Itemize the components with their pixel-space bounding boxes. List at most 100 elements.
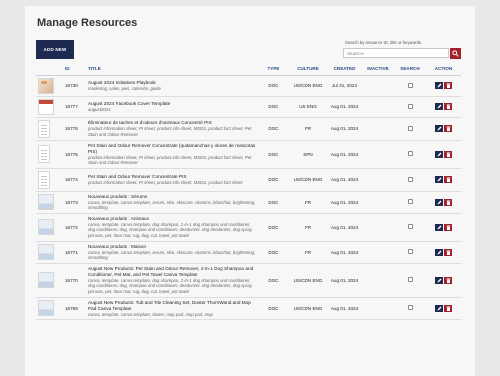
- resource-title[interactable]: Pet Stain and Odour Remover Concentrate …: [88, 143, 256, 155]
- page-title: Manage Resources: [37, 17, 138, 29]
- resource-thumbnail[interactable]: [38, 219, 54, 236]
- resource-type: DOC: [258, 140, 289, 169]
- search-checkbox[interactable]: [407, 277, 413, 283]
- resource-thumbnail[interactable]: [38, 77, 54, 94]
- edit-button[interactable]: [435, 304, 443, 312]
- delete-button[interactable]: [444, 176, 452, 184]
- search-cell: [394, 213, 426, 242]
- delete-button[interactable]: [444, 223, 452, 231]
- search-cell: [394, 117, 426, 141]
- resource-thumbnail[interactable]: [38, 119, 50, 138]
- resource-tags: product information sheet, PI sheet, pro…: [88, 154, 252, 166]
- resource-id: 16770: [63, 263, 86, 298]
- search-checkbox[interactable]: [407, 249, 413, 255]
- edit-button[interactable]: [435, 176, 443, 184]
- delete-button[interactable]: [444, 198, 452, 206]
- inactive-cell: [362, 117, 394, 141]
- resource-title[interactable]: August New Products: Tub and Tile Cleani…: [88, 300, 256, 312]
- thumbnail-cell: [36, 213, 63, 242]
- action-cell: [426, 191, 461, 214]
- delete-button[interactable]: [444, 276, 452, 284]
- pencil-icon: [437, 104, 441, 109]
- edit-button[interactable]: [435, 223, 443, 231]
- table-row: 16772 Nouveaux produits : Animaux canva, t…: [36, 213, 461, 242]
- search-cell: [394, 263, 426, 298]
- resource-created: Aug 01, 2024: [327, 191, 362, 214]
- pencil-icon: [437, 225, 441, 230]
- resource-culture: US/CDN ENG: [289, 168, 327, 192]
- resource-created: Aug 01, 2024: [327, 140, 362, 169]
- search-button[interactable]: [450, 48, 461, 59]
- col-inactive[interactable]: INACTIVE: [362, 63, 394, 76]
- resource-thumbnail[interactable]: [38, 194, 54, 211]
- resource-created: Aug 01, 2024: [327, 168, 362, 192]
- search-checkbox[interactable]: [407, 305, 413, 311]
- add-new-button[interactable]: ADD NEW: [36, 40, 74, 59]
- trash-icon: [446, 200, 450, 205]
- table-row: 16771 Nouveaux produits : Maison canva, te…: [36, 241, 461, 264]
- col-created[interactable]: CREATED: [327, 63, 362, 76]
- search-checkbox[interactable]: [407, 82, 413, 88]
- thumbnail-cell: [36, 191, 63, 214]
- resource-thumbnail[interactable]: [38, 300, 54, 317]
- resource-type: DOC: [258, 263, 289, 298]
- search-cell: [394, 140, 426, 169]
- col-type[interactable]: TYPE: [258, 63, 289, 76]
- search-checkbox[interactable]: [407, 125, 413, 131]
- pencil-icon: [437, 83, 441, 88]
- table-row: 16774 Pet Stain and Odour Remover Concent…: [36, 168, 461, 192]
- resource-title-cell: August 2024 Initiatives Playbook marketin…: [86, 75, 258, 97]
- search-input[interactable]: [343, 48, 449, 58]
- resource-culture: SPN: [289, 140, 327, 169]
- resource-created: Aug 01, 2024: [327, 213, 362, 242]
- delete-button[interactable]: [444, 150, 452, 158]
- delete-button[interactable]: [444, 125, 452, 132]
- search-checkbox[interactable]: [407, 224, 413, 230]
- delete-button[interactable]: [444, 248, 452, 256]
- col-search[interactable]: SEARCH: [394, 63, 426, 76]
- col-title[interactable]: TITLE: [86, 63, 258, 76]
- trash-icon: [446, 250, 450, 255]
- resource-thumbnail[interactable]: [38, 244, 54, 261]
- resource-thumbnail[interactable]: [38, 98, 54, 115]
- resource-id: 16777: [63, 96, 86, 118]
- trash-icon: [446, 225, 450, 230]
- resource-title[interactable]: August New Products: Pet Stain and Odour…: [88, 266, 256, 278]
- edit-button[interactable]: [435, 150, 443, 158]
- edit-button[interactable]: [435, 125, 443, 132]
- col-id[interactable]: ID: [63, 63, 86, 76]
- trash-icon: [446, 126, 450, 131]
- edit-button[interactable]: [435, 198, 443, 206]
- action-cell: [426, 75, 461, 97]
- trash-icon: [446, 104, 450, 109]
- search-checkbox[interactable]: [407, 151, 413, 157]
- thumbnail-cell: [36, 263, 63, 298]
- pencil-icon: [437, 278, 441, 283]
- delete-button[interactable]: [444, 103, 452, 110]
- resource-tags: canva, template, canva template, serum, …: [88, 199, 256, 211]
- resources-table: ID TITLE TYPE CULTURE CREATED INACTIVE S…: [36, 63, 461, 321]
- thumbnail-cell: [36, 168, 63, 192]
- col-culture[interactable]: CULTURE: [289, 63, 327, 76]
- resource-id: 16774: [63, 168, 86, 192]
- resource-thumbnail[interactable]: [38, 272, 54, 289]
- col-thumb: [36, 63, 63, 76]
- edit-button[interactable]: [435, 82, 443, 89]
- search-checkbox[interactable]: [407, 199, 413, 205]
- resource-culture: FR: [289, 213, 327, 242]
- delete-button[interactable]: [444, 304, 452, 312]
- resource-culture: US/CDN ENG: [289, 75, 327, 97]
- search-checkbox[interactable]: [407, 103, 413, 109]
- edit-button[interactable]: [435, 248, 443, 256]
- edit-button[interactable]: [435, 103, 443, 110]
- search-checkbox[interactable]: [407, 176, 413, 182]
- resource-thumbnail[interactable]: [38, 145, 50, 164]
- resource-created: Aug 01, 2024: [327, 241, 362, 264]
- resource-thumbnail[interactable]: [38, 170, 50, 189]
- resource-culture: US/CDN ENG: [289, 263, 327, 298]
- delete-button[interactable]: [444, 82, 452, 89]
- resource-culture: FR: [289, 191, 327, 214]
- edit-button[interactable]: [435, 276, 443, 284]
- inactive-cell: [362, 140, 394, 169]
- search-cell: [394, 75, 426, 97]
